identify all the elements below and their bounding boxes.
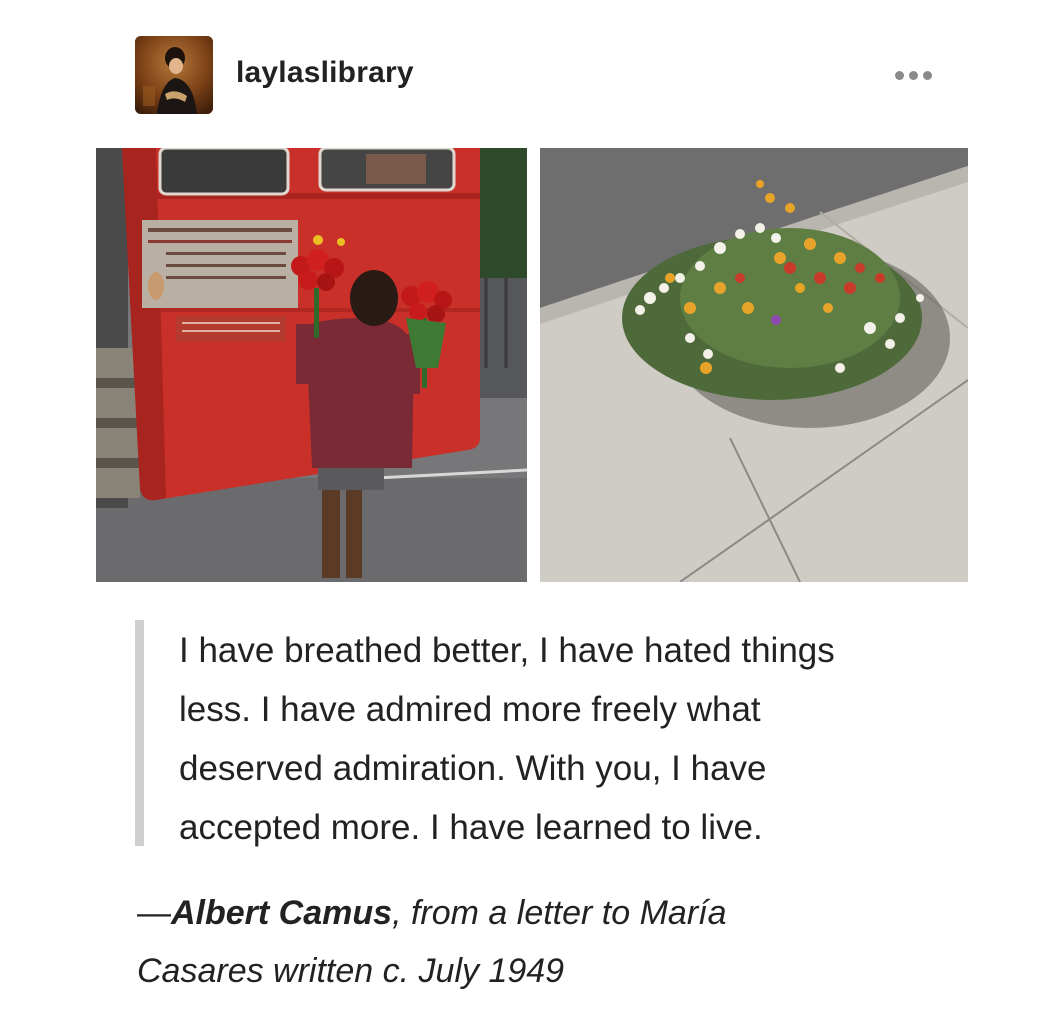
- more-options-icon[interactable]: [888, 62, 938, 88]
- more-dot: [894, 70, 904, 80]
- tumblr-post: laylaslibrary I have breathed better, I …: [0, 0, 1064, 1028]
- more-dot: [908, 70, 918, 80]
- attribution-comma: ,: [392, 894, 402, 932]
- quote-line: deserved admiration. With you, I have: [179, 749, 767, 788]
- attribution-source-continued: Casares written c. July 1949: [137, 952, 565, 990]
- flowers-growing-in-sidewalk-photo[interactable]: [540, 148, 968, 582]
- attribution-dash: —: [137, 894, 171, 932]
- quote-line: less. I have admired more freely what: [179, 690, 761, 729]
- attribution-source: from a letter to María: [401, 894, 727, 932]
- quote-attribution: —Albert Camus, from a letter to María Cas…: [137, 884, 957, 1000]
- boy-with-roses-by-red-bus-photo[interactable]: [96, 148, 527, 582]
- quote-line: I have breathed better, I have hated thi…: [179, 631, 835, 670]
- more-dot: [922, 70, 932, 80]
- avatar[interactable]: [135, 36, 213, 114]
- attribution-author: Albert Camus: [171, 894, 393, 932]
- quote-line: accepted more. I have learned to live.: [179, 808, 763, 847]
- username[interactable]: laylaslibrary: [236, 56, 414, 90]
- avatar-painting-icon: [135, 36, 213, 114]
- blockquote-bar: [135, 620, 144, 846]
- blockquote: I have breathed better, I have hated thi…: [179, 621, 969, 857]
